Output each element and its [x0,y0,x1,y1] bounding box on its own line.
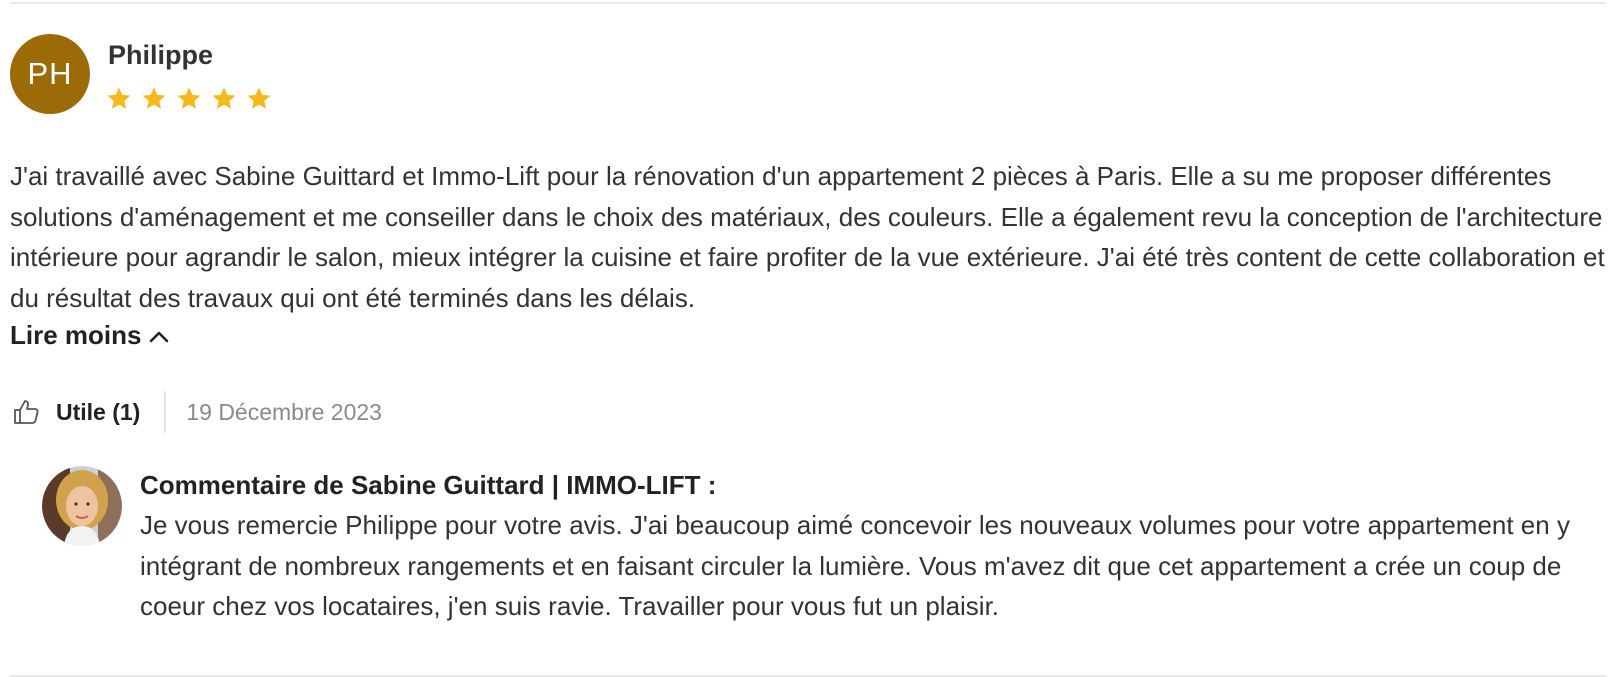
star-icon [247,87,271,109]
reply-text: Je vous remercie Philippe pour votre avi… [140,510,1570,621]
useful-button[interactable]: Utile (1) [12,398,140,426]
avatar-initials: PH [27,56,73,91]
star-rating [106,86,272,112]
star-icon [142,87,166,109]
chevron-up-icon [150,331,169,342]
star-icon [212,87,236,109]
read-less-button[interactable]: Lire moins [10,320,169,351]
useful-label: Utile (1) [56,398,141,425]
top-divider [10,2,1606,4]
action-separator [164,391,167,433]
thumbs-up-icon [14,400,39,424]
star-icon [177,87,201,109]
reply-avatar [42,466,122,546]
reply-title: Commentaire de Sabine Guittard | IMMO-LI… [140,470,717,500]
profile-photo [42,466,122,546]
review-date: 19 Décembre 2023 [186,398,382,425]
review-actions: Utile (1) 19 Décembre 2023 [12,390,382,434]
read-less-label: Lire moins [10,320,142,350]
review-text: J'ai travaillé avec Sabine Guittard et I… [10,161,1605,313]
reviewer-name: Philippe [108,40,214,70]
reviewer-avatar: PH [10,34,90,114]
star-icon [107,87,131,109]
